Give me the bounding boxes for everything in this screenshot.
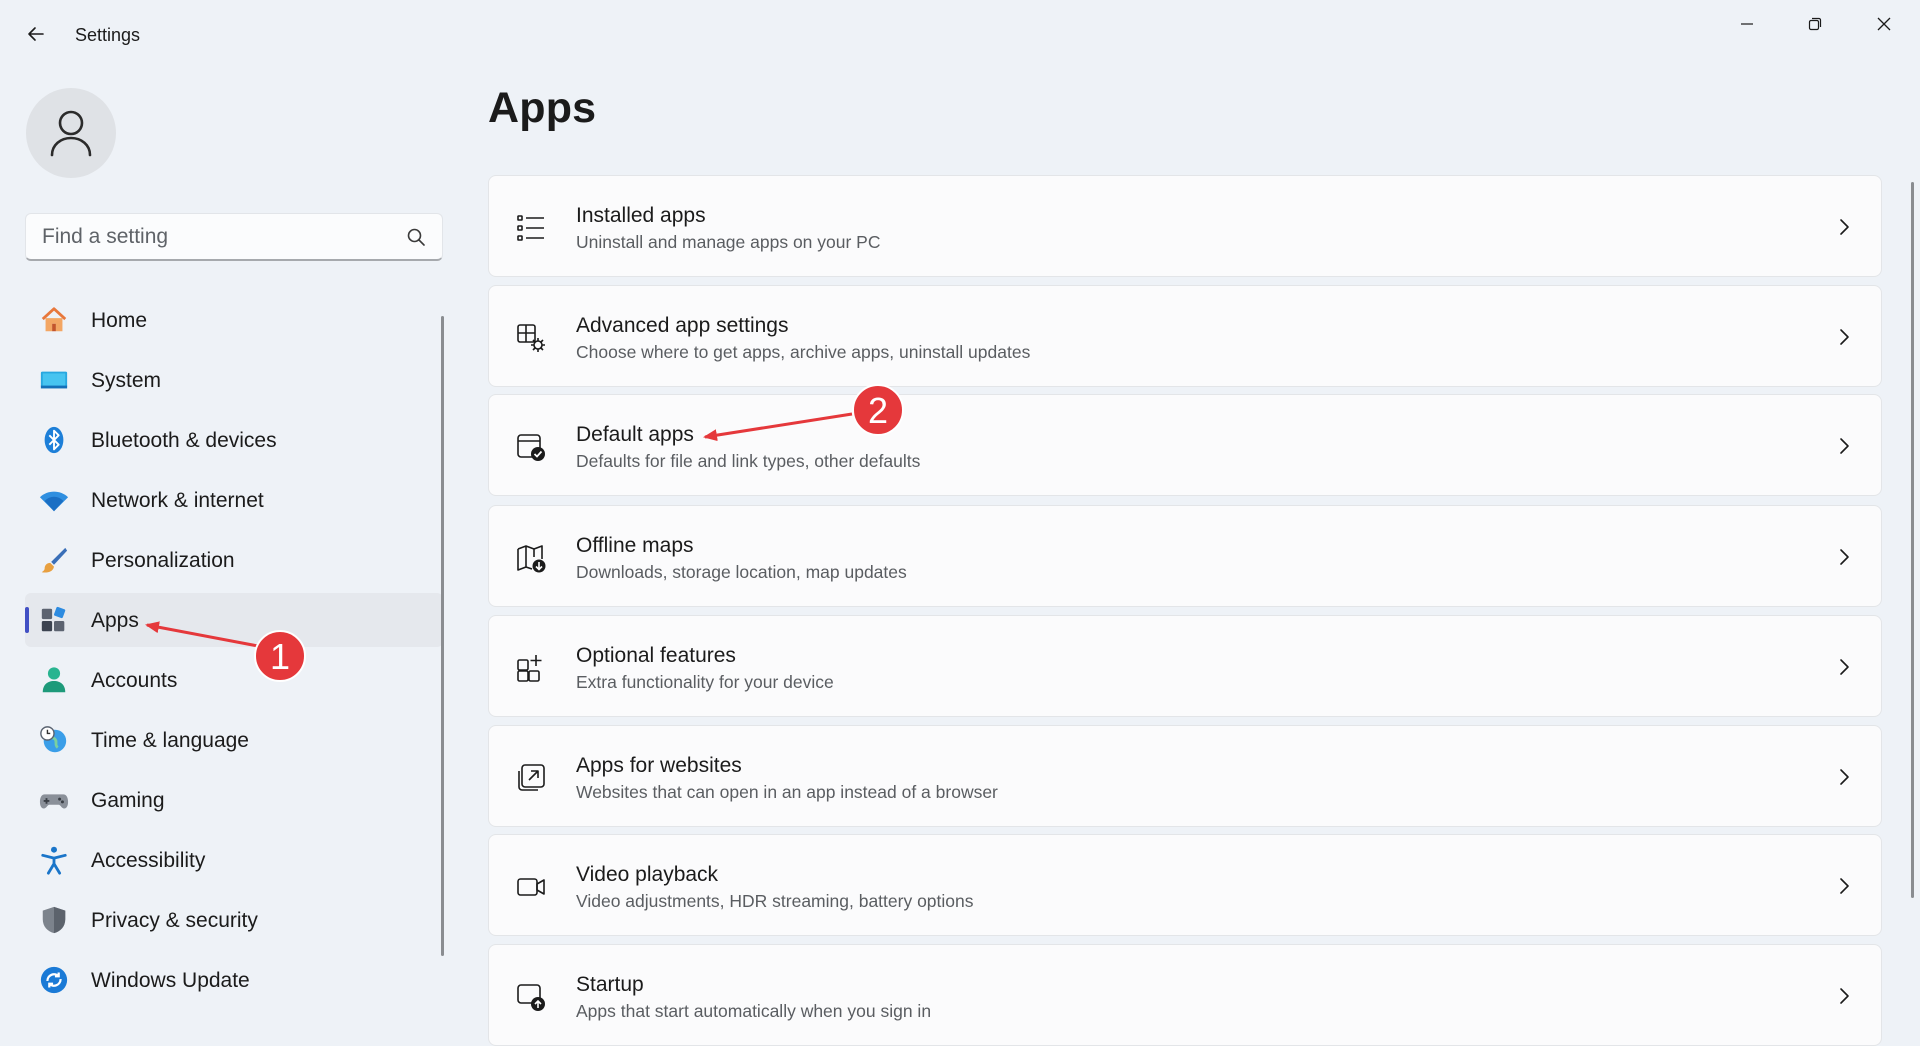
sidebar-item-privacy[interactable]: Privacy & security [25, 893, 443, 947]
minimize-icon [1741, 23, 1753, 25]
card-video-playback[interactable]: Video playback Video adjustments, HDR st… [488, 834, 1882, 936]
main-scrollbar[interactable] [1911, 182, 1914, 898]
restore-icon [1808, 17, 1822, 31]
sidebar-item-label: Gaming [91, 789, 165, 812]
chevron-right-icon [1840, 988, 1849, 1004]
card-subtitle: Choose where to get apps, archive apps, … [576, 342, 1031, 362]
chevron-right-icon [1840, 769, 1849, 785]
close-button[interactable] [1850, 6, 1918, 42]
close-icon [1877, 17, 1891, 31]
system-icon [39, 365, 69, 395]
card-apps-for-websites[interactable]: Apps for websites Websites that can open… [488, 725, 1882, 827]
card-title: Installed apps [576, 204, 706, 227]
card-subtitle: Video adjustments, HDR streaming, batter… [576, 891, 974, 911]
sidebar-item-label: Network & internet [91, 489, 264, 512]
search-input[interactable] [40, 214, 404, 260]
wifi-icon [39, 485, 69, 515]
card-subtitle: Apps that start automatically when you s… [576, 1001, 932, 1021]
sidebar-item-label: Accounts [91, 669, 178, 692]
list-icon [515, 212, 547, 244]
map-icon [515, 542, 547, 574]
sidebar-item-label: System [91, 369, 162, 392]
default-apps-icon [515, 431, 547, 463]
sidebar-item-time-language[interactable]: Time & language [25, 713, 443, 767]
bluetooth-icon [39, 425, 69, 455]
card-optional-features[interactable]: Optional features Extra functionality fo… [488, 615, 1882, 717]
card-title: Video playback [576, 863, 719, 886]
app-settings-icon [515, 322, 547, 354]
video-icon [515, 871, 547, 903]
chevron-right-icon [1840, 219, 1849, 235]
sidebar-item-accessibility[interactable]: Accessibility [25, 833, 443, 887]
card-subtitle: Uninstall and manage apps on your PC [576, 232, 881, 252]
chevron-right-icon [1840, 659, 1849, 675]
minimize-button[interactable] [1713, 6, 1781, 42]
back-arrow-icon [28, 27, 44, 41]
gamepad-icon [39, 785, 69, 815]
chevron-right-icon [1840, 878, 1849, 894]
card-subtitle: Extra functionality for your device [576, 672, 834, 692]
page-title: Apps [488, 84, 597, 132]
accounts-icon [39, 665, 69, 695]
card-default-apps[interactable]: Default apps Defaults for file and link … [488, 394, 1882, 496]
settings-window: Settings Home System [0, 0, 1920, 1046]
optional-features-icon [515, 652, 547, 684]
chevron-right-icon [1840, 438, 1849, 454]
sidebar-item-label: Windows Update [91, 969, 250, 992]
sidebar-item-label: Privacy & security [91, 909, 258, 932]
back-button[interactable] [22, 20, 50, 48]
card-startup[interactable]: Startup Apps that start automatically wh… [488, 944, 1882, 1046]
sidebar-item-label: Bluetooth & devices [91, 429, 277, 452]
chevron-right-icon [1840, 329, 1849, 345]
sidebar-item-gaming[interactable]: Gaming [25, 773, 443, 827]
home-icon [39, 305, 69, 335]
card-title: Default apps [576, 423, 694, 446]
restore-button[interactable] [1781, 6, 1849, 42]
sidebar-item-home[interactable]: Home [25, 293, 443, 347]
open-in-app-icon [515, 762, 547, 794]
sidebar-item-label: Accessibility [91, 849, 206, 872]
sidebar-item-windows-update[interactable]: Windows Update [25, 953, 443, 1007]
accessibility-icon [39, 845, 69, 875]
sidebar-scrollbar[interactable] [441, 316, 444, 956]
sidebar-item-network[interactable]: Network & internet [25, 473, 443, 527]
card-subtitle: Downloads, storage location, map updates [576, 562, 907, 582]
card-title: Apps for websites [576, 754, 742, 777]
app-title: Settings [75, 25, 141, 45]
person-icon [50, 110, 92, 157]
card-title: Startup [576, 973, 644, 996]
brush-icon [39, 545, 69, 575]
sidebar-item-system[interactable]: System [25, 353, 443, 407]
sidebar-item-label: Personalization [91, 549, 235, 572]
search-box[interactable] [25, 213, 443, 261]
card-subtitle: Defaults for file and link types, other … [576, 451, 921, 471]
card-offline-maps[interactable]: Offline maps Downloads, storage location… [488, 505, 1882, 607]
windows-update-icon [39, 965, 69, 995]
card-advanced-app-settings[interactable]: Advanced app settings Choose where to ge… [488, 285, 1882, 387]
search-icon[interactable] [406, 227, 426, 247]
time-language-icon [39, 725, 69, 755]
startup-icon [515, 981, 547, 1013]
card-installed-apps[interactable]: Installed apps Uninstall and manage apps… [488, 175, 1882, 277]
title-bar: Settings [0, 0, 1920, 72]
card-title: Advanced app settings [576, 314, 789, 337]
card-title: Optional features [576, 644, 736, 667]
sidebar-item-personalization[interactable]: Personalization [25, 533, 443, 587]
apps-icon [39, 605, 69, 635]
sidebar-item-label: Home [91, 309, 148, 332]
user-avatar[interactable] [26, 88, 116, 178]
sidebar-nav: Home System Bluetooth & devices Network … [25, 293, 443, 1013]
chevron-right-icon [1840, 549, 1849, 565]
card-title: Offline maps [576, 534, 694, 557]
sidebar-item-apps[interactable]: Apps [25, 593, 443, 647]
sidebar-item-label: Time & language [91, 729, 249, 752]
sidebar-item-bluetooth[interactable]: Bluetooth & devices [25, 413, 443, 467]
shield-icon [39, 905, 69, 935]
sidebar-item-accounts[interactable]: Accounts [25, 653, 443, 707]
card-subtitle: Websites that can open in an app instead… [576, 782, 998, 802]
sidebar-item-label: Apps [91, 609, 139, 632]
